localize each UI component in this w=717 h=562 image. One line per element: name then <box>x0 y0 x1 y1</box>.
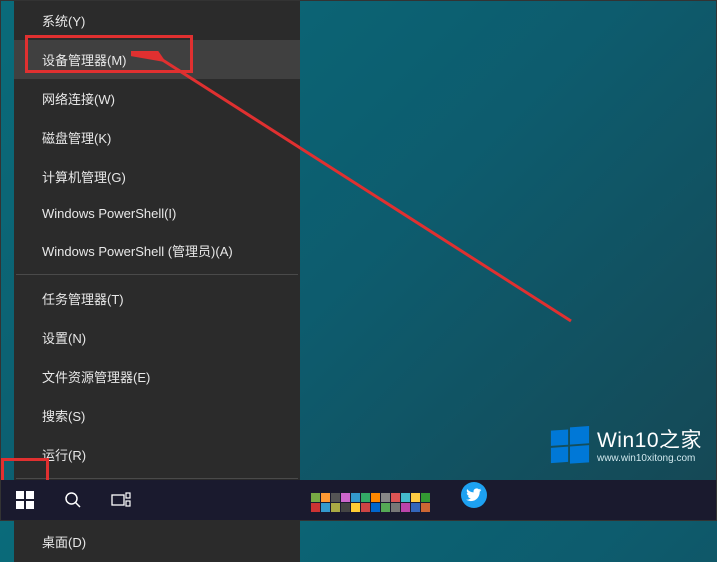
menu-item-powershell-admin[interactable]: Windows PowerShell (管理员)(A) <box>14 231 300 270</box>
menu-item-device-manager[interactable]: 设备管理器(M) <box>14 40 300 79</box>
menu-separator <box>16 478 298 479</box>
search-icon <box>64 491 82 509</box>
twitter-icon <box>461 482 487 508</box>
menu-item-run[interactable]: 运行(R) <box>14 435 300 474</box>
menu-label: 设备管理器(M) <box>42 50 127 69</box>
menu-label: 文件资源管理器(E) <box>42 367 150 386</box>
taskbar-app-icons-blurred <box>311 493 430 512</box>
menu-item-task-manager[interactable]: 任务管理器(T) <box>14 279 300 318</box>
start-button[interactable] <box>1 480 49 520</box>
menu-item-desktop[interactable]: 桌面(D) <box>14 522 300 561</box>
menu-item-computer-management[interactable]: 计算机管理(G) <box>14 157 300 196</box>
menu-label: 搜索(S) <box>42 406 85 425</box>
menu-label: 计算机管理(G) <box>42 167 126 186</box>
menu-item-system[interactable]: 系统(Y) <box>14 1 300 40</box>
watermark-url: www.win10xitong.com <box>597 454 695 465</box>
task-view-icon <box>111 492 131 508</box>
search-button[interactable] <box>49 480 97 520</box>
menu-label: 桌面(D) <box>42 532 86 551</box>
menu-item-network-connections[interactable]: 网络连接(W) <box>14 79 300 118</box>
watermark-title: Win10之家 <box>597 430 702 452</box>
winx-context-menu: 系统(Y) 设备管理器(M) 网络连接(W) 磁盘管理(K) 计算机管理(G) … <box>14 1 300 562</box>
windows-logo-icon <box>549 426 591 468</box>
menu-label: 任务管理器(T) <box>42 289 124 308</box>
menu-label: 设置(N) <box>42 328 86 347</box>
menu-item-settings[interactable]: 设置(N) <box>14 318 300 357</box>
menu-label: 网络连接(W) <box>42 89 115 108</box>
menu-item-powershell[interactable]: Windows PowerShell(I) <box>14 196 300 231</box>
menu-label: Windows PowerShell(I) <box>42 206 176 221</box>
menu-item-disk-management[interactable]: 磁盘管理(K) <box>14 118 300 157</box>
menu-label: 运行(R) <box>42 445 86 464</box>
watermark: Win10之家 www.win10xitong.com <box>549 426 702 468</box>
menu-label: Windows PowerShell (管理员)(A) <box>42 241 233 260</box>
menu-item-file-explorer[interactable]: 文件资源管理器(E) <box>14 357 300 396</box>
windows-start-icon <box>16 491 34 509</box>
menu-label: 磁盘管理(K) <box>42 128 111 147</box>
task-view-button[interactable] <box>97 480 145 520</box>
menu-separator <box>16 274 298 275</box>
menu-item-search[interactable]: 搜索(S) <box>14 396 300 435</box>
menu-label: 系统(Y) <box>42 11 85 30</box>
